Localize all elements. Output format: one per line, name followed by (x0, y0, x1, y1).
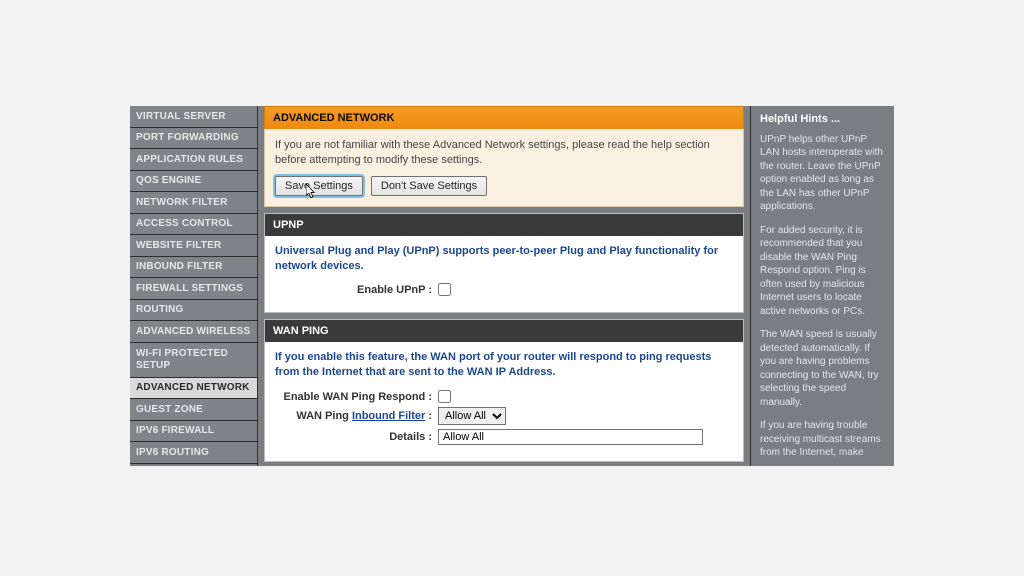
intro-text: If you are not familiar with these Advan… (275, 138, 733, 168)
hints-p1: UPnP helps other UPnP LAN hosts interope… (760, 133, 885, 214)
sidebar-item-access-control[interactable]: ACCESS CONTROL (130, 214, 257, 236)
sidebar-item-wifi-protected-setup[interactable]: WI-FI PROTECTED SETUP (130, 343, 257, 378)
intro-panel: If you are not familiar with these Advan… (264, 129, 744, 207)
sidebar-item-advanced-wireless[interactable]: ADVANCED WIRELESS (130, 321, 257, 343)
enable-wan-ping-checkbox[interactable] (438, 390, 451, 403)
enable-upnp-label: Enable UPnP : (275, 284, 438, 296)
sidebar-item-website-filter[interactable]: WEBSITE FILTER (130, 235, 257, 257)
enable-wan-ping-label: Enable WAN Ping Respond : (275, 391, 438, 403)
wan-ping-filter-label: WAN Ping Inbound Filter : (275, 410, 438, 422)
main-content: ADVANCED NETWORK If you are not familiar… (258, 106, 750, 466)
page-title: ADVANCED NETWORK (264, 106, 744, 129)
sidebar-item-guest-zone[interactable]: GUEST ZONE (130, 399, 257, 421)
sidebar-item-advanced-network[interactable]: ADVANCED NETWORK (130, 378, 257, 400)
upnp-panel: UPNP Universal Plug and Play (UPnP) supp… (264, 213, 744, 314)
hints-title: Helpful Hints ... (760, 112, 885, 127)
sidebar-item-port-forwarding[interactable]: PORT FORWARDING (130, 128, 257, 150)
sidebar-item-application-rules[interactable]: APPLICATION RULES (130, 149, 257, 171)
wan-ping-details-input[interactable] (438, 429, 703, 445)
sidebar-item-ipv6-routing[interactable]: IPV6 ROUTING (130, 442, 257, 464)
sidebar-item-ipv6-firewall[interactable]: IPV6 FIREWALL (130, 421, 257, 443)
sidebar-item-routing[interactable]: ROUTING (130, 300, 257, 322)
sidebar-item-firewall-settings[interactable]: FIREWALL SETTINGS (130, 278, 257, 300)
wan-ping-header: WAN PING (265, 320, 743, 342)
sidebar-item-qos-engine[interactable]: QOS ENGINE (130, 171, 257, 193)
inbound-filter-link[interactable]: Inbound Filter (352, 410, 425, 422)
intro-block: ADVANCED NETWORK If you are not familiar… (264, 106, 744, 207)
sidebar-item-network-filter[interactable]: NETWORK FILTER (130, 192, 257, 214)
save-button-row: Save Settings Don't Save Settings (275, 176, 733, 196)
dont-save-settings-button[interactable]: Don't Save Settings (371, 176, 487, 196)
hints-p2: For added security, it is recommended th… (760, 224, 885, 319)
enable-upnp-checkbox[interactable] (438, 283, 451, 296)
wan-ping-panel: WAN PING If you enable this feature, the… (264, 319, 744, 462)
save-settings-label: Save Settings (285, 180, 353, 192)
sidebar-item-inbound-filter[interactable]: INBOUND FILTER (130, 257, 257, 279)
hints-p4: If you are having trouble receiving mult… (760, 419, 885, 460)
upnp-header: UPNP (265, 214, 743, 236)
wan-ping-filter-prefix: WAN Ping (296, 410, 352, 422)
helpful-hints: Helpful Hints ... UPnP helps other UPnP … (750, 106, 894, 466)
wan-ping-filter-suffix: : (425, 410, 432, 422)
sidebar: VIRTUAL SERVER PORT FORWARDING APPLICATI… (130, 106, 258, 466)
hints-p3: The WAN speed is usually detected automa… (760, 328, 885, 409)
upnp-description: Universal Plug and Play (UPnP) supports … (275, 244, 733, 274)
wan-ping-description: If you enable this feature, the WAN port… (275, 350, 733, 380)
save-settings-button[interactable]: Save Settings (275, 176, 363, 196)
sidebar-item-virtual-server[interactable]: VIRTUAL SERVER (130, 106, 257, 128)
wan-ping-details-label: Details : (275, 431, 438, 443)
router-admin-frame: VIRTUAL SERVER PORT FORWARDING APPLICATI… (130, 106, 894, 466)
wan-ping-filter-select[interactable]: Allow All (438, 407, 506, 425)
